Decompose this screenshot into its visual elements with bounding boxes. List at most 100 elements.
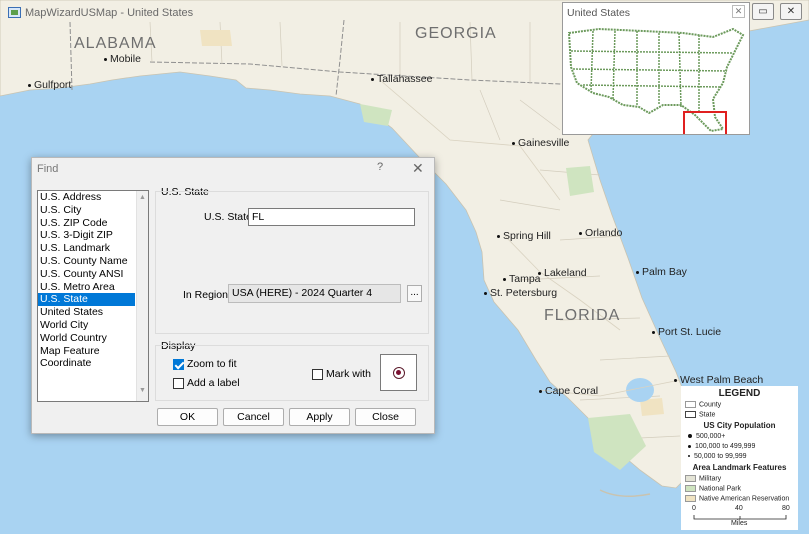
list-item[interactable]: Coordinate bbox=[38, 357, 135, 370]
browse-region-button[interactable]: ... bbox=[407, 285, 422, 302]
military-swatch bbox=[685, 475, 696, 482]
city-st-petersburg[interactable]: St. Petersburg bbox=[484, 287, 557, 299]
ok-button[interactable]: OK bbox=[157, 408, 218, 426]
list-item-selected[interactable]: U.S. State bbox=[38, 293, 135, 307]
list-item[interactable]: U.S. County Name bbox=[38, 255, 135, 268]
state-swatch bbox=[685, 411, 696, 418]
state-label-alabama: ALABAMA bbox=[74, 35, 157, 52]
city-label: West Palm Beach bbox=[680, 374, 764, 386]
search-type-list[interactable]: U.S. Address U.S. City U.S. ZIP Code U.S… bbox=[37, 190, 149, 402]
reservation-1 bbox=[200, 30, 232, 46]
legend-pop-row: 500,000+ bbox=[685, 433, 725, 440]
state-label-georgia: GEORGIA bbox=[415, 25, 497, 42]
city-cape-coral[interactable]: Cape Coral bbox=[539, 385, 598, 397]
city-label: Tallahassee bbox=[377, 73, 433, 85]
target-symbol-icon bbox=[393, 367, 405, 379]
overview-title: United States bbox=[567, 7, 631, 19]
list-item[interactable]: U.S. ZIP Code bbox=[38, 217, 135, 230]
zoom-to-fit-checkbox[interactable]: Zoom to fit bbox=[173, 358, 237, 370]
city-port-st-lucie[interactable]: Port St. Lucie bbox=[652, 326, 721, 338]
city-tampa[interactable]: Tampa bbox=[503, 273, 541, 285]
pop-dot-medium bbox=[688, 444, 691, 448]
legend-state: State bbox=[685, 411, 715, 418]
city-label: Tampa bbox=[509, 273, 541, 285]
list-item[interactable]: United States bbox=[38, 306, 135, 319]
city-west-palm-beach[interactable]: West Palm Beach bbox=[674, 374, 763, 386]
mark-with-label: Mark with bbox=[326, 368, 371, 380]
state-field-label: U.S. State bbox=[204, 211, 252, 223]
legend-county: County bbox=[685, 401, 721, 408]
dialog-title: Find bbox=[37, 163, 59, 175]
map-app-icon bbox=[8, 7, 21, 18]
list-item[interactable]: U.S. Landmark bbox=[38, 242, 135, 255]
checkbox-unchecked-icon[interactable] bbox=[173, 377, 184, 389]
map-legend: LEGEND County State US City Population 5… bbox=[681, 386, 798, 530]
dialog-close-icon[interactable]: ✕ bbox=[412, 160, 424, 177]
city-label: Palm Bay bbox=[642, 266, 687, 278]
list-item[interactable]: World City bbox=[38, 319, 135, 332]
restore-button[interactable]: ▭ bbox=[752, 3, 774, 20]
region-label: In Region bbox=[183, 289, 228, 301]
pop-dot-large bbox=[688, 434, 692, 439]
county-swatch bbox=[685, 401, 696, 408]
city-label: Lakeland bbox=[544, 267, 587, 279]
find-dialog[interactable]: Find ? ✕ U.S. Address U.S. City U.S. ZIP… bbox=[31, 157, 435, 434]
park-swatch bbox=[685, 485, 696, 492]
overview-map[interactable]: United States ✕ bbox=[562, 2, 750, 135]
city-label: Gulfport bbox=[34, 79, 72, 91]
cancel-button[interactable]: Cancel bbox=[223, 408, 284, 426]
scale-tick-0: 0 bbox=[692, 505, 696, 512]
legend-landmark-row: National Park bbox=[685, 485, 741, 492]
city-palm-bay[interactable]: Palm Bay bbox=[636, 266, 687, 278]
checkbox-checked-icon[interactable] bbox=[173, 358, 184, 370]
mark-with-checkbox[interactable]: Mark with bbox=[312, 368, 371, 380]
list-item[interactable]: U.S. City bbox=[38, 204, 135, 217]
legend-landmark-label: Native American Reservation bbox=[699, 495, 790, 503]
scale-tick-40: 40 bbox=[735, 505, 743, 512]
help-button[interactable]: ? bbox=[377, 161, 383, 173]
city-label: Cape Coral bbox=[545, 385, 599, 397]
city-label: Spring Hill bbox=[503, 230, 551, 242]
list-item[interactable]: World Country bbox=[38, 332, 135, 345]
city-label: Gainesville bbox=[518, 137, 570, 149]
city-spring-hill[interactable]: Spring Hill bbox=[497, 230, 551, 242]
city-lakeland[interactable]: Lakeland bbox=[538, 267, 587, 279]
list-scrollbar[interactable]: ▲ ▼ bbox=[136, 191, 148, 401]
legend-pop-row: 100,000 to 499,999 bbox=[685, 443, 755, 450]
city-label: Mobile bbox=[110, 53, 141, 65]
region-field: USA (HERE) - 2024 Quarter 4 bbox=[228, 284, 401, 303]
legend-landmark-label: Military bbox=[699, 475, 722, 483]
city-gainesville[interactable]: Gainesville bbox=[512, 137, 569, 149]
city-gulfport[interactable]: Gulfport bbox=[28, 79, 71, 91]
apply-button[interactable]: Apply bbox=[289, 408, 350, 426]
legend-pop-label: 100,000 to 499,999 bbox=[695, 443, 756, 450]
close-button[interactable]: Close bbox=[355, 408, 416, 426]
scale-unit: Miles bbox=[731, 520, 748, 527]
scroll-down-icon[interactable]: ▼ bbox=[139, 387, 146, 394]
add-label-checkbox[interactable]: Add a label bbox=[173, 377, 240, 389]
add-label-label: Add a label bbox=[187, 377, 240, 389]
list-item[interactable]: U.S. Address bbox=[38, 191, 135, 204]
state-label-florida: FLORIDA bbox=[544, 307, 621, 324]
zoom-to-fit-label: Zoom to fit bbox=[187, 358, 237, 370]
list-item[interactable]: U.S. County ANSI bbox=[38, 268, 135, 281]
scroll-up-icon[interactable]: ▲ bbox=[139, 194, 146, 201]
list-item[interactable]: Map Feature bbox=[38, 345, 135, 358]
mark-symbol-button[interactable] bbox=[380, 354, 417, 391]
legend-pop-row: 50,000 to 99,999 bbox=[685, 453, 747, 460]
park-ocala bbox=[566, 166, 594, 196]
city-tallahassee[interactable]: Tallahassee bbox=[371, 73, 432, 85]
checkbox-unchecked-icon[interactable] bbox=[312, 368, 323, 380]
state-input[interactable]: FL bbox=[248, 208, 415, 226]
overview-close-button[interactable]: ✕ bbox=[732, 5, 745, 18]
list-item[interactable]: U.S. 3-Digit ZIP bbox=[38, 229, 135, 242]
list-item[interactable]: U.S. Metro Area bbox=[38, 281, 135, 294]
reservation-swatch bbox=[685, 495, 696, 502]
pop-dot-small bbox=[688, 455, 690, 458]
close-window-button[interactable]: ✕ bbox=[780, 3, 802, 20]
city-mobile[interactable]: Mobile bbox=[104, 53, 141, 65]
legend-title: LEGEND bbox=[718, 388, 761, 399]
legend-landmark-row: Native American Reservation bbox=[685, 495, 789, 502]
city-orlando[interactable]: Orlando bbox=[579, 227, 622, 239]
overview-us-outline bbox=[567, 27, 745, 134]
